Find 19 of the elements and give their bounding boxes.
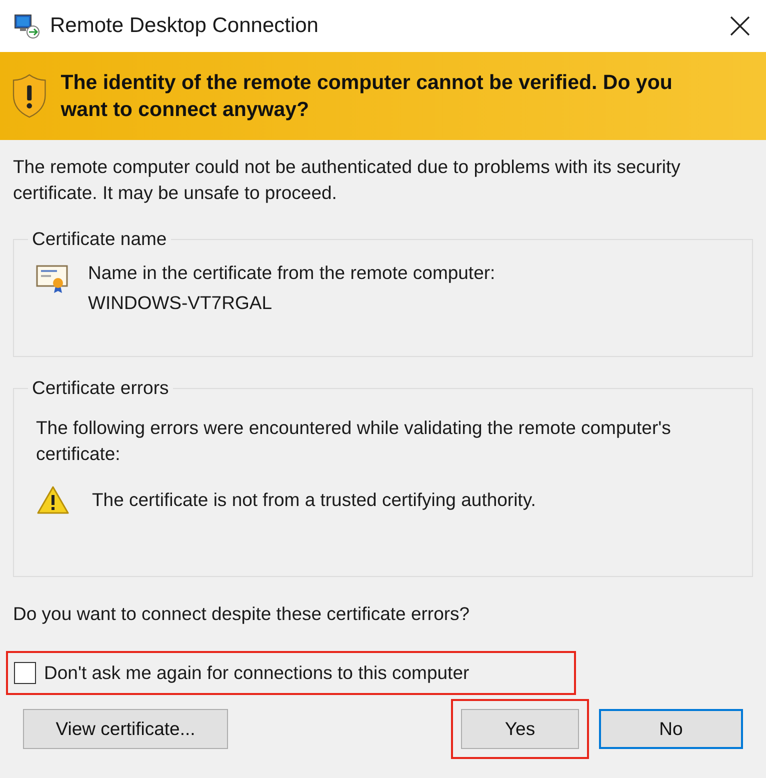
window-title: Remote Desktop Connection: [50, 14, 320, 38]
checkbox-label[interactable]: Don't ask me again for connections to this computer: [44, 662, 470, 684]
group-title: Certificate name: [31, 228, 168, 250]
remote-desktop-icon: [14, 13, 40, 39]
warning-message: The remote computer could not be authenticated due to problems with its security certificate. It may be unsafe to proceed.: [13, 155, 682, 205]
group-title: Certificate errors: [31, 377, 170, 399]
certificate-name-value: WINDOWS-VT7RGAL: [88, 291, 273, 315]
dialog-button[interactable]: Yes: [461, 709, 579, 749]
close-icon[interactable]: [728, 14, 752, 38]
errors-intro: The following errors were encountered while validating the remote computer's certificate:: [35, 416, 672, 466]
error-text: The certificate is not from a trusted certifying authority.: [92, 489, 536, 511]
certificate-icon: [36, 264, 68, 294]
warning-icon: [36, 485, 70, 515]
checkbox[interactable]: [14, 662, 36, 684]
dialog-button[interactable]: No: [599, 709, 743, 749]
question-text: Do you want to connect despite these certificate errors?: [13, 603, 471, 625]
certificate-label: Name in the certificate from the remote computer:: [88, 261, 496, 285]
view-certificate-button[interactable]: View certificate...: [23, 709, 228, 749]
warning-heading: The identity of the remote computer cannot be verified. Do you want to connect anyway?: [60, 70, 674, 123]
